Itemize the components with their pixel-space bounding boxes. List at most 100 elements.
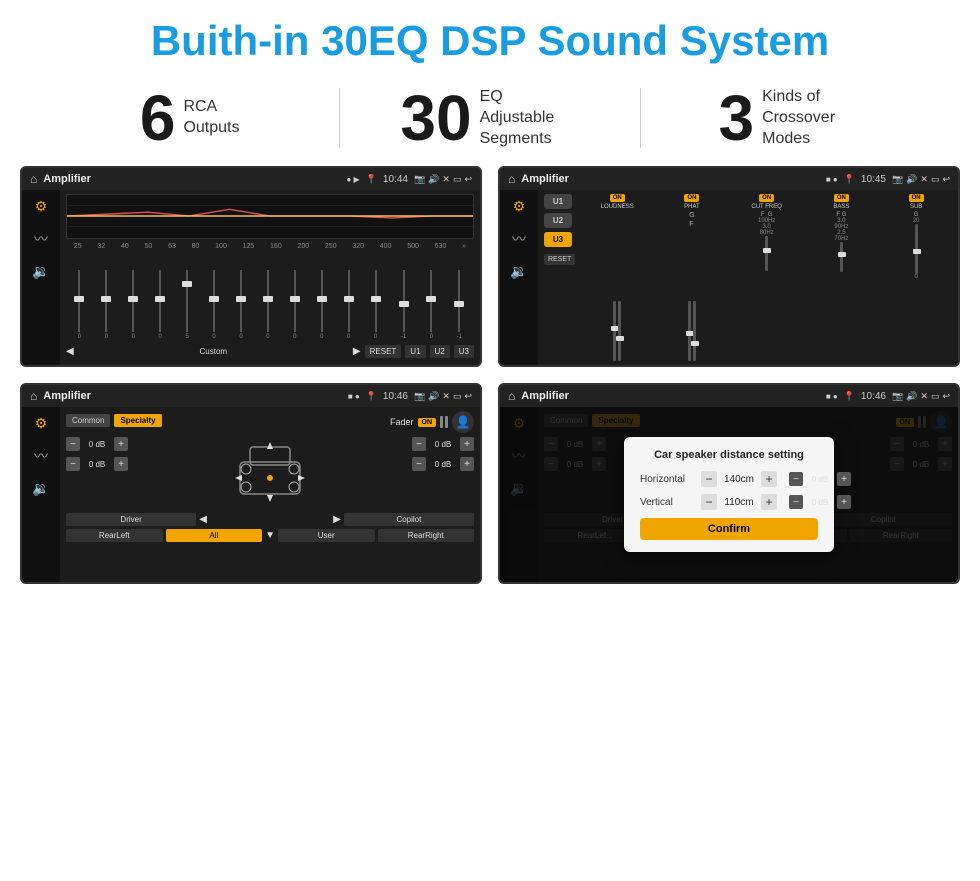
eq-slider-1[interactable]: 0	[78, 270, 81, 340]
fader-db-minus-4[interactable]: −	[412, 457, 426, 471]
fader-user-icon[interactable]: 👤	[452, 411, 474, 433]
dialog-horizontal-minus[interactable]: −	[701, 471, 717, 487]
crossover-back-icon[interactable]: ↩	[942, 174, 950, 185]
dialog-db-minus-r2[interactable]: −	[789, 495, 803, 509]
fader-db-plus-4[interactable]: +	[460, 457, 474, 471]
loudness-slider-2[interactable]	[618, 301, 621, 361]
fader-left-arrow[interactable]: ◀	[199, 514, 207, 525]
fader-db-minus-1[interactable]: −	[66, 437, 80, 451]
sub-label: SUB	[910, 204, 922, 210]
eq-slider-10[interactable]: 0	[320, 270, 323, 340]
crossover-sidebar-speaker-icon[interactable]: 🔉	[510, 263, 527, 280]
fader-sidebar-speaker-icon[interactable]: 🔉	[32, 480, 49, 497]
eq-u3-btn[interactable]: U3	[454, 345, 474, 358]
eq-status-bar: ⌂ Amplifier ● ▶ 📍 10:44 📷 🔊 ✕ ▭ ↩	[22, 168, 480, 190]
fader-db-minus-2[interactable]: −	[66, 457, 80, 471]
fader-close-icon: ✕	[442, 391, 450, 402]
fader-rearleft-btn[interactable]: RearLeft	[66, 529, 163, 542]
fader-sidebar-eq-icon[interactable]: ⚙	[35, 415, 48, 432]
eq-slider-14[interactable]: 0	[430, 270, 433, 340]
cutfreq-slider[interactable]	[765, 236, 768, 271]
fader-home-icon[interactable]: ⌂	[30, 389, 37, 403]
crossover-home-icon[interactable]: ⌂	[508, 172, 515, 186]
fader-screen-content: ⚙ 〰 🔉 Common Specialty Fader ON	[22, 407, 480, 582]
eq-slider-11[interactable]: 0	[347, 270, 350, 340]
eq-slider-7[interactable]: 0	[239, 270, 242, 340]
eq-slider-8[interactable]: 0	[266, 270, 269, 340]
crossover-close-icon: ✕	[920, 174, 928, 185]
eq-slider-6[interactable]: 0	[212, 270, 215, 340]
fader-back-icon[interactable]: ↩	[464, 391, 472, 402]
eq-slider-4[interactable]: 0	[159, 270, 162, 340]
phat-on[interactable]: ON	[684, 194, 699, 202]
crossover-amp-main: U1 U2 U3 RESET ON LOUDNESS	[538, 190, 958, 365]
eq-slider-13[interactable]: -1	[401, 270, 406, 340]
location-icon: 📍	[366, 174, 377, 185]
fader-db-plus-2[interactable]: +	[114, 457, 128, 471]
fader-sidebar-wave-icon[interactable]: 〰	[34, 446, 48, 466]
fader-all-btn[interactable]: All	[166, 529, 263, 542]
eq-prev-btn[interactable]: ◀	[66, 346, 74, 357]
eq-next-btn[interactable]: ▶	[353, 346, 361, 357]
dialog-db-right-1: − 0 dB +	[789, 472, 851, 486]
eq-slider-5[interactable]: 5	[185, 270, 188, 340]
bass-slider[interactable]	[840, 242, 843, 272]
fader-on-badge[interactable]: ON	[418, 418, 437, 427]
eq-sidebar-speaker-icon[interactable]: 🔉	[32, 263, 49, 280]
eq-reset-btn[interactable]: RESET	[365, 345, 402, 358]
dialog-home-icon[interactable]: ⌂	[508, 389, 515, 403]
bass-on[interactable]: ON	[834, 194, 849, 202]
crossover-u2-btn[interactable]: U2	[544, 213, 572, 228]
dialog-vertical-minus[interactable]: −	[701, 494, 717, 510]
dialog-vertical-control: − 110cm +	[701, 494, 777, 510]
sub-slider[interactable]	[915, 224, 918, 274]
fader-tab-specialty[interactable]: Specialty	[114, 414, 161, 427]
fader-bottom-row2: RearLeft All ▼ User RearRight	[66, 529, 474, 542]
crossover-u3-btn[interactable]: U3	[544, 232, 572, 247]
loudness-slider-1[interactable]	[613, 301, 616, 361]
back-icon[interactable]: ↩	[464, 174, 472, 185]
crossover-screen-content: ⚙ 〰 🔉 U1 U2 U3 RESET ON LOUDNESS	[500, 190, 958, 365]
fader-right-controls: − 0 dB + − 0 dB +	[412, 437, 474, 507]
dialog-app-name: Amplifier	[521, 390, 820, 402]
eq-slider-9[interactable]: 0	[293, 270, 296, 340]
eq-slider-15[interactable]: -1	[457, 270, 462, 340]
cutfreq-on[interactable]: ON	[759, 194, 774, 202]
dialog-db-plus-r1[interactable]: +	[837, 472, 851, 486]
home-icon[interactable]: ⌂	[30, 172, 37, 186]
eq-u2-btn[interactable]: U2	[430, 345, 450, 358]
crossover-reset-btn[interactable]: RESET	[544, 254, 575, 265]
phat-slider-2[interactable]	[693, 301, 696, 361]
crossover-sidebar-eq-icon[interactable]: ⚙	[513, 198, 526, 215]
sub-on[interactable]: ON	[909, 194, 924, 202]
eq-sidebar-eq-icon[interactable]: ⚙	[35, 198, 48, 215]
fader-db-plus-1[interactable]: +	[114, 437, 128, 451]
eq-sidebar-wave-icon[interactable]: 〰	[34, 229, 48, 249]
fader-label: Fader	[390, 417, 414, 427]
phat-slider-1[interactable]	[688, 301, 691, 361]
dialog-db-plus-r2[interactable]: +	[837, 495, 851, 509]
fader-bottom-btns: Driver ◀ ▶ Copilot	[66, 513, 474, 526]
dialog-back-icon[interactable]: ↩	[942, 391, 950, 402]
eq-slider-3[interactable]: 0	[132, 270, 135, 340]
crossover-u1-btn[interactable]: U1	[544, 194, 572, 209]
crossover-sidebar-wave-icon[interactable]: 〰	[512, 229, 526, 249]
eq-slider-12[interactable]: 0	[374, 270, 377, 340]
dialog-vertical-plus[interactable]: +	[761, 494, 777, 510]
dialog-confirm-button[interactable]: Confirm	[640, 518, 818, 540]
fader-tab-common[interactable]: Common	[66, 414, 110, 427]
fader-db-minus-3[interactable]: −	[412, 437, 426, 451]
fader-db-plus-3[interactable]: +	[460, 437, 474, 451]
eq-screen: ⌂ Amplifier ● ▶ 📍 10:44 📷 🔊 ✕ ▭ ↩ ⚙ 〰 🔉	[20, 166, 482, 367]
fader-right-arrow[interactable]: ▶	[333, 514, 341, 525]
eq-u1-btn[interactable]: U1	[405, 345, 425, 358]
fader-rearright-btn[interactable]: RearRight	[378, 529, 475, 542]
fader-copilot-btn[interactable]: Copilot	[344, 513, 474, 526]
fader-user-btn[interactable]: User	[278, 529, 375, 542]
loudness-on[interactable]: ON	[610, 194, 625, 202]
eq-slider-2[interactable]: 0	[105, 270, 108, 340]
fader-driver-btn[interactable]: Driver	[66, 513, 196, 526]
dialog-db-minus-r1[interactable]: −	[789, 472, 803, 486]
dialog-horizontal-plus[interactable]: +	[761, 471, 777, 487]
fader-down-arrow[interactable]: ▼	[265, 530, 275, 541]
